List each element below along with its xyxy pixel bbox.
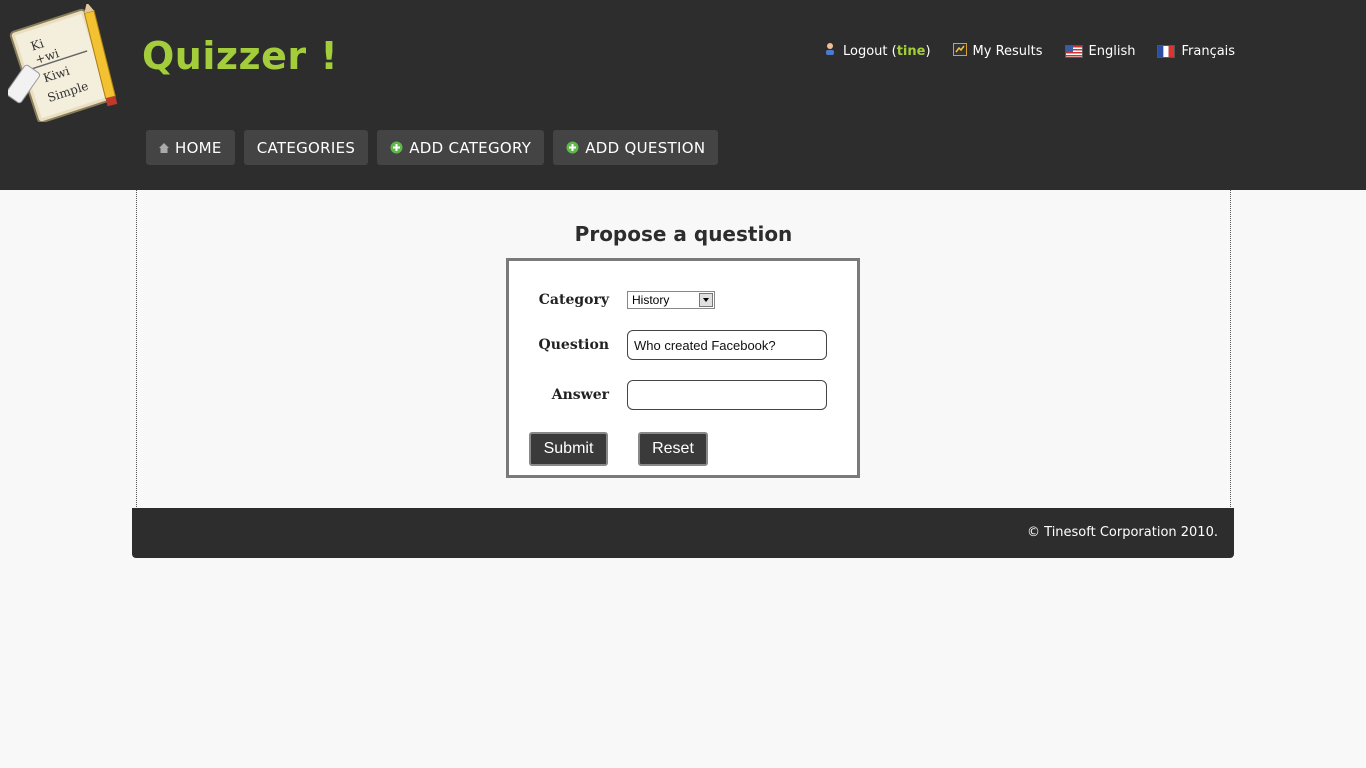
english-label: English: [1088, 43, 1136, 59]
nav-home-label: HOME: [175, 138, 222, 157]
french-label: Français: [1181, 43, 1236, 59]
header: Ki +wi Kiwi Simple Quizzer ! Logout (tin…: [0, 0, 1366, 190]
content-area: Propose a question Category History Ques…: [136, 190, 1231, 507]
french-flag-icon: [1157, 44, 1176, 58]
nav-categories[interactable]: CATEGORIES: [243, 130, 369, 165]
form-title: Propose a question: [574, 222, 793, 246]
nav-add-question-label: ADD QUESTION: [585, 138, 706, 157]
username: tine: [896, 43, 926, 59]
answer-label: Answer: [551, 387, 609, 403]
logout-close: ): [925, 43, 931, 59]
propose-question-form: Category History Question Who created Fa…: [506, 258, 860, 478]
copyright: © Tinesoft Corporation 2010.: [1027, 525, 1218, 540]
nav-add-category[interactable]: ADD CATEGORY: [377, 130, 545, 165]
question-label: Question: [538, 337, 609, 353]
user-icon: [823, 42, 837, 60]
nav-add-category-label: ADD CATEGORY: [409, 138, 532, 157]
answer-input[interactable]: [627, 380, 827, 410]
french-link[interactable]: Français: [1157, 42, 1235, 60]
main-nav: HOME CATEGORIES ADD CATEGORY ADD QUESTIO…: [146, 130, 719, 165]
plus-circle-icon: [566, 141, 579, 154]
submit-button[interactable]: Submit: [529, 432, 608, 466]
logout-label: Logout (: [843, 43, 897, 59]
nav-add-question[interactable]: ADD QUESTION: [553, 130, 719, 165]
nav-categories-label: CATEGORIES: [256, 138, 356, 157]
nav-home[interactable]: HOME: [146, 130, 235, 165]
us-flag-icon: [1064, 44, 1083, 58]
site-title[interactable]: Quizzer !: [142, 34, 338, 78]
category-select[interactable]: History: [627, 291, 715, 309]
my-results-link[interactable]: My Results: [952, 42, 1043, 60]
logout-link[interactable]: Logout (tine): [823, 42, 931, 60]
my-results-label: My Results: [972, 43, 1043, 59]
home-icon: [159, 142, 169, 153]
english-link[interactable]: English: [1064, 42, 1136, 60]
dropdown-arrow-icon[interactable]: [699, 293, 713, 307]
logo-notepad-pencil-icon[interactable]: Ki +wi Kiwi Simple: [5, 2, 123, 124]
results-icon: [952, 42, 967, 60]
category-select-value: History: [632, 293, 670, 307]
plus-circle-icon: [390, 141, 403, 154]
question-input[interactable]: Who created Facebook?: [627, 330, 827, 360]
reset-button[interactable]: Reset: [638, 432, 708, 466]
category-label: Category: [538, 292, 609, 308]
top-links: Logout (tine) My Results English Françai…: [823, 42, 1235, 60]
footer: © Tinesoft Corporation 2010.: [132, 508, 1234, 558]
